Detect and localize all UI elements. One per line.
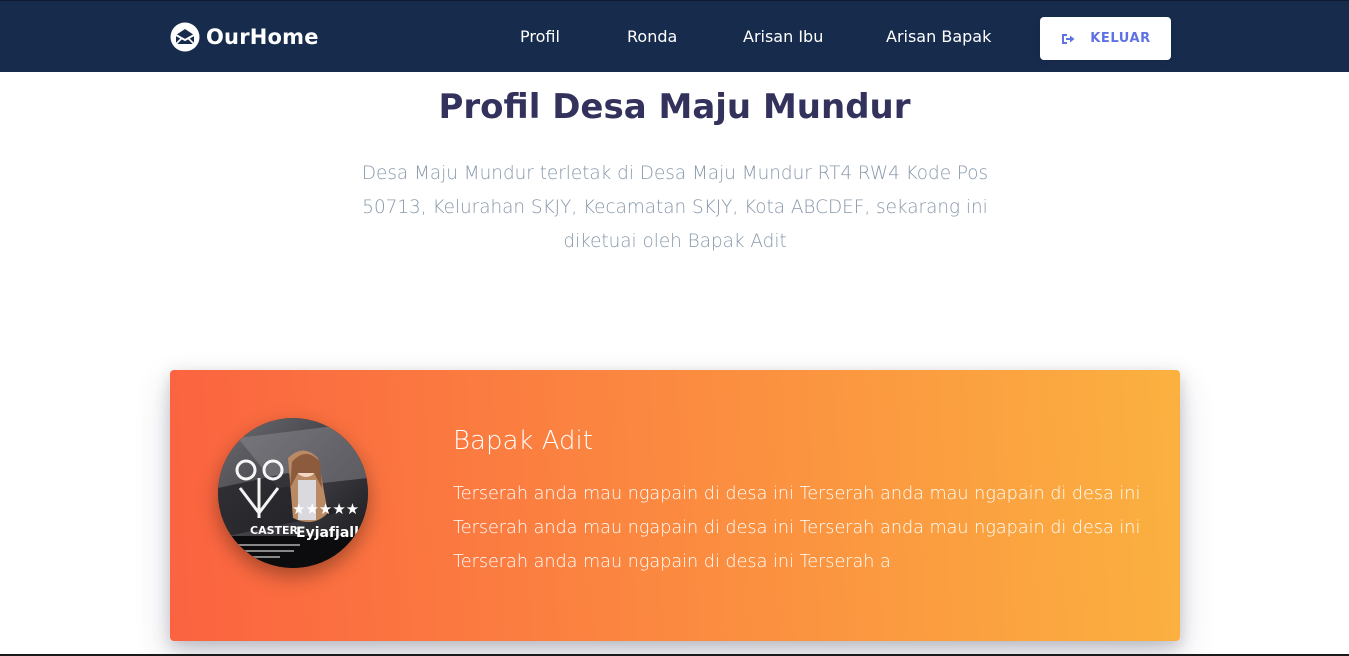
sign-out-icon — [1062, 33, 1075, 44]
nav-link-arisan-bapak[interactable]: Arisan Bapak — [886, 27, 991, 46]
leader-avatar: CASTER ★★★★★ Eyjafjalla — [218, 418, 368, 568]
nav-link-profil[interactable]: Profil — [520, 27, 560, 46]
nav-link-arisan-ibu[interactable]: Arisan Ibu — [743, 27, 823, 46]
brand-name: OurHome — [206, 25, 319, 49]
brand-link[interactable]: OurHome — [170, 21, 319, 53]
avatar-tag-text: CASTER — [250, 524, 299, 537]
avatar-caption-text: Eyjafjalla — [296, 525, 368, 541]
logout-button[interactable]: KELUAR — [1040, 17, 1171, 60]
nav-link-ronda[interactable]: Ronda — [627, 27, 677, 46]
avatar-image: CASTER ★★★★★ Eyjafjalla — [218, 418, 368, 568]
logout-label: KELUAR — [1090, 31, 1151, 46]
home-logo-icon — [170, 22, 200, 52]
leader-name: Bapak Adit — [453, 426, 593, 456]
page-title: Profil Desa Maju Mundur — [438, 87, 911, 127]
page-description: Desa Maju Mundur terletak di Desa Maju M… — [361, 163, 989, 252]
leader-description: Terserah anda mau ngapain di desa ini Te… — [453, 484, 1141, 572]
top-navbar: OurHome Profil Ronda Arisan Ibu Arisan B… — [0, 0, 1349, 72]
leader-card: CASTER ★★★★★ Eyjafjalla Bapak Adit Terse… — [170, 370, 1180, 641]
avatar-stars: ★★★★★ — [292, 500, 359, 518]
